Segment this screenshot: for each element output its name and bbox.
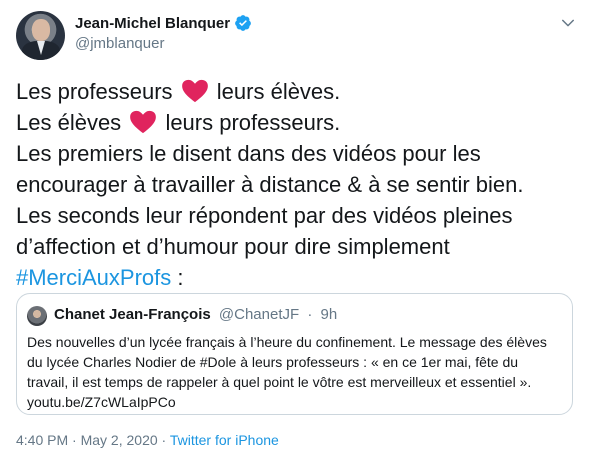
red-heart-icon — [130, 110, 157, 134]
tweet-line: Les élèves leurs professeurs. — [16, 107, 576, 138]
quoted-author-handle: @ChanetJF — [218, 306, 300, 323]
quoted-separator: · — [307, 306, 313, 323]
quoted-tweet-body: Des nouvelles d’un lycée français à l’he… — [27, 332, 567, 412]
tweet-line: encourager à travailler à distance & à s… — [16, 172, 524, 197]
red-heart-icon — [181, 79, 208, 103]
quoted-tweet-header: Chanet Jean-François @ChanetJF · 9h — [54, 306, 337, 323]
author-avatar[interactable] — [16, 11, 65, 60]
tweet-text: Les professeurs leurs élèves. Les élèves… — [16, 76, 576, 293]
tweet-footer: 4:40 PM · May 2, 2020 · Twitter for iPho… — [16, 432, 279, 448]
tweet-timestamp[interactable]: 4:40 PM — [16, 432, 68, 448]
tweet-line-text: leurs élèves. — [216, 79, 341, 104]
tweet-line: #MerciAuxProfs : — [16, 262, 576, 293]
tweet-line-text: Les élèves — [16, 110, 122, 135]
tweet-line: Les premiers le disent dans des vidéos p… — [16, 141, 481, 166]
tweet-line: Les seconds leur répondent par des vidéo… — [16, 203, 513, 228]
tweet-line-text: Les professeurs — [16, 79, 173, 104]
quoted-tweet-line: travail, il est temps de rappeler à quel… — [27, 374, 532, 390]
tweet-date[interactable]: May 2, 2020 — [81, 432, 158, 448]
quoted-tweet-line: Des nouvelles d’un lycée français à l’he… — [27, 334, 547, 350]
hashtag-link[interactable]: #MerciAuxProfs — [16, 265, 171, 290]
tweet-line-text: leurs professeurs. — [165, 110, 341, 135]
author-name-row[interactable]: Jean-Michel Blanquer — [75, 14, 252, 32]
tweet-line: Les professeurs leurs élèves. — [16, 76, 576, 107]
footer-separator: · — [72, 432, 77, 448]
tweet-line: d’affection et d’humour pour dire simple… — [16, 234, 450, 259]
hashtag-suffix: : — [171, 265, 184, 290]
verified-badge-icon — [235, 15, 251, 31]
footer-separator: · — [161, 432, 167, 448]
tweet-source-link[interactable]: Twitter for iPhone — [170, 432, 279, 448]
quoted-author-name: Chanet Jean-François — [54, 306, 211, 323]
quoted-tweet-age: 9h — [320, 306, 338, 323]
author-handle[interactable]: @jmblanquer — [75, 35, 164, 52]
quoted-tweet-link: youtu.be/Z7cWLaIpPCo — [27, 394, 176, 410]
quoted-author-avatar — [27, 306, 47, 326]
quoted-tweet-card[interactable]: Chanet Jean-François @ChanetJF · 9h Des … — [16, 293, 573, 415]
quoted-tweet-line: du lycée Charles Nodier de #Dole à leurs… — [27, 354, 519, 370]
author-name[interactable]: Jean-Michel Blanquer — [75, 15, 230, 32]
chevron-down-icon[interactable] — [559, 14, 577, 32]
